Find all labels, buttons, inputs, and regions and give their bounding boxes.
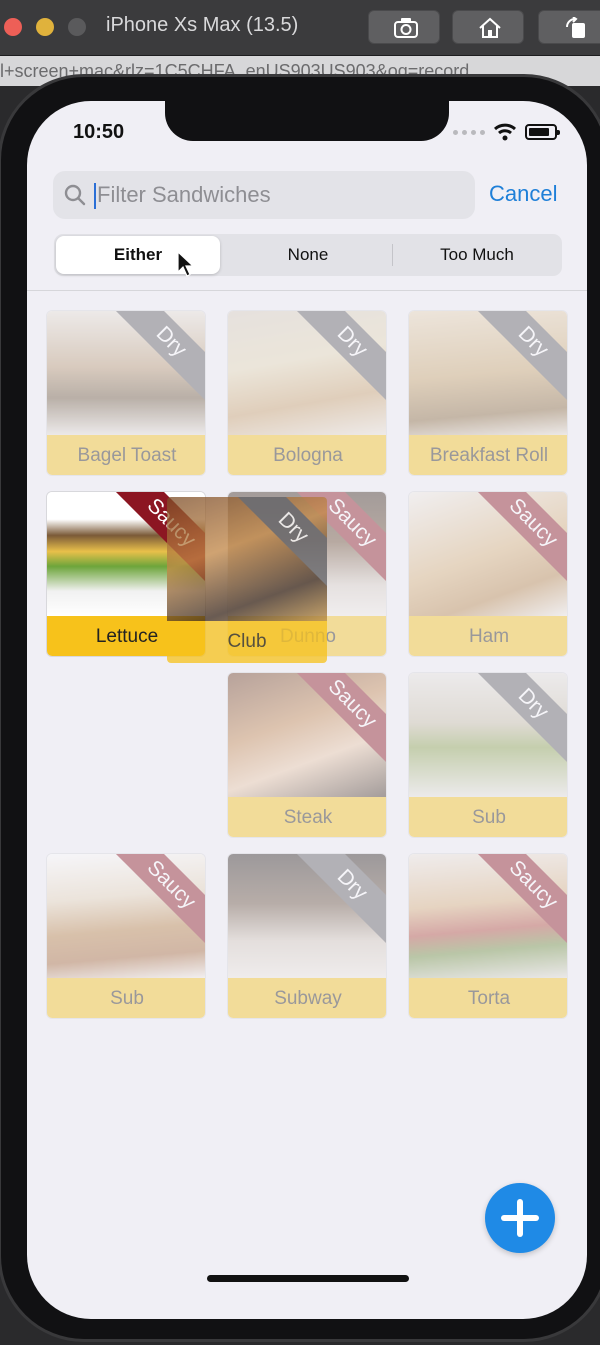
search-icon — [64, 184, 86, 206]
sandwich-name: Ham — [409, 616, 567, 656]
rotate-icon — [566, 17, 585, 38]
status-icons — [453, 123, 560, 141]
sandwich-card[interactable]: Dry Breakfast Roll — [408, 310, 568, 476]
home-button[interactable] — [452, 10, 524, 44]
sandwich-name: Sub — [409, 797, 567, 837]
segment-either[interactable]: Either — [56, 236, 220, 274]
sandwich-card[interactable]: Dry Subway — [227, 853, 387, 1019]
home-indicator — [207, 1275, 409, 1282]
sandwich-name: Bagel Toast — [47, 435, 205, 475]
sandwich-card[interactable]: Saucy Sub — [46, 853, 206, 1019]
home-icon — [479, 17, 501, 38]
segment-none[interactable]: None — [224, 236, 392, 274]
sandwich-card[interactable]: Dry Bologna — [227, 310, 387, 476]
search-field[interactable] — [53, 171, 475, 219]
sandwich-name: Steak — [228, 797, 386, 837]
sandwich-card[interactable]: Saucy Steak — [227, 672, 387, 838]
dragging-sandwich-card[interactable]: Dry Club — [167, 497, 327, 663]
simulator-toolbar: iPhone Xs Max (13.5) — [0, 0, 600, 56]
zoom-window-button[interactable] — [68, 18, 86, 36]
status-time: 10:50 — [73, 121, 125, 143]
screenshot-button[interactable] — [368, 10, 440, 44]
search-input[interactable] — [97, 171, 467, 219]
add-sandwich-button[interactable] — [485, 1183, 555, 1253]
sandwich-name: Breakfast Roll — [409, 435, 567, 475]
simulator-title: iPhone Xs Max (13.5) — [106, 14, 299, 36]
sandwich-name: Torta — [409, 978, 567, 1018]
sandwich-card[interactable]: Saucy Torta — [408, 853, 568, 1019]
rotate-button[interactable] — [538, 10, 600, 44]
cellular-signal-icon — [453, 129, 485, 135]
sandwich-card[interactable]: Dry Bagel Toast — [46, 310, 206, 476]
camera-icon — [394, 18, 418, 38]
segment-too-much[interactable]: Too Much — [394, 236, 560, 274]
text-cursor — [94, 183, 96, 209]
sandwich-name: Sub — [47, 978, 205, 1018]
sauce-filter-segmented-control: Either None Too Much — [54, 234, 562, 276]
cancel-button[interactable]: Cancel — [489, 181, 557, 207]
search-bar: Cancel — [53, 171, 563, 221]
dragging-sandwich-name: Club — [167, 621, 327, 663]
notch — [165, 101, 449, 141]
header-divider — [27, 290, 587, 291]
sandwich-name: Subway — [228, 978, 386, 1018]
sandwich-card[interactable]: Dry Sub — [408, 672, 568, 838]
segment-divider — [392, 244, 393, 266]
wifi-icon — [494, 123, 516, 141]
sandwich-name: Bologna — [228, 435, 386, 475]
battery-icon — [525, 124, 560, 140]
mouse-pointer-icon — [177, 251, 195, 277]
phone-frame: 10:50 Cancel Either None Too Much DryBag… — [0, 74, 600, 1342]
sandwich-card[interactable]: Saucy Ham — [408, 491, 568, 657]
close-window-button[interactable] — [4, 18, 22, 36]
phone-screen: 10:50 Cancel Either None Too Much DryBag… — [27, 101, 587, 1319]
minimize-window-button[interactable] — [36, 18, 54, 36]
